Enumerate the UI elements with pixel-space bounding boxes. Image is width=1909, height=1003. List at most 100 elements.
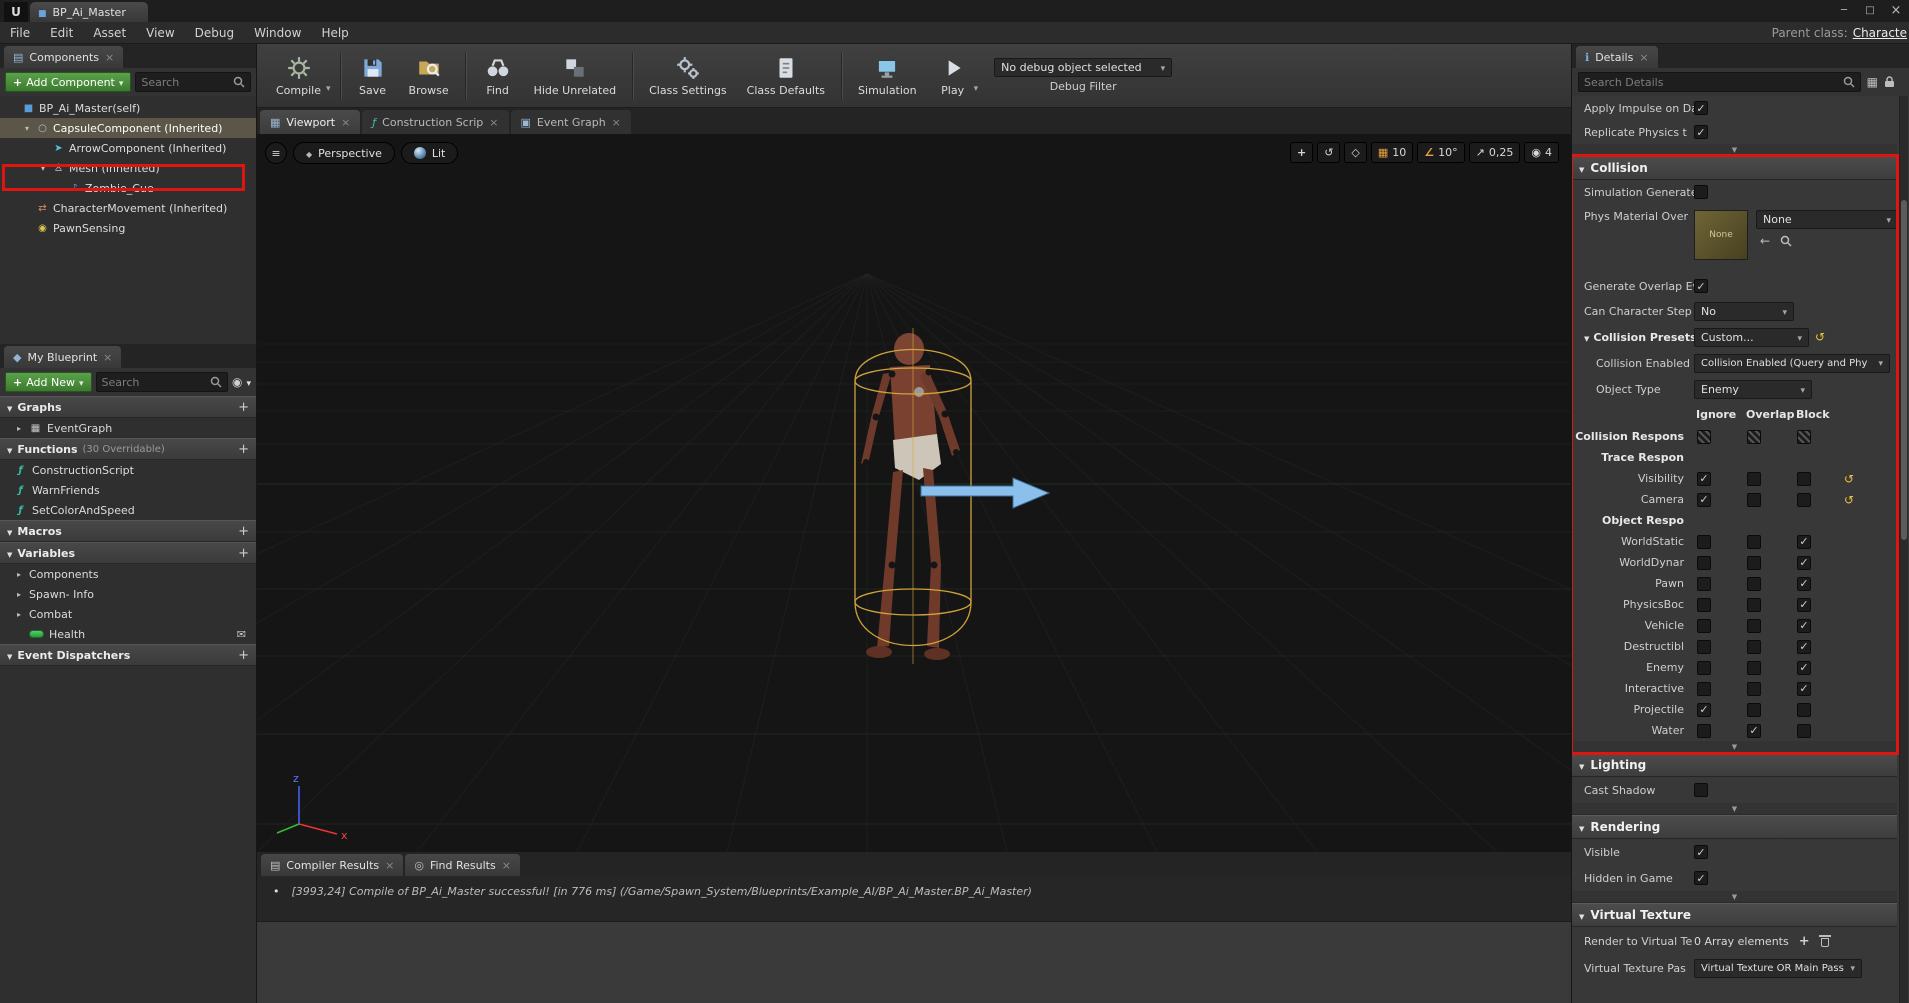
ignore-checkbox[interactable] (1697, 556, 1711, 570)
tab-components[interactable]: Components (4, 46, 123, 68)
expander-caret[interactable]: ▸ (14, 570, 24, 579)
perspective-button[interactable]: Perspective (293, 142, 395, 164)
overlap-checkbox[interactable] (1747, 430, 1761, 444)
add-new-button[interactable]: Add New (5, 372, 92, 392)
overlap-checkbox[interactable] (1747, 577, 1761, 591)
menu-item[interactable]: Asset (83, 26, 136, 40)
ignore-checkbox[interactable] (1697, 640, 1711, 654)
hide-unrelated-button[interactable]: Hide Unrelated (525, 47, 626, 105)
debug-object-dropdown[interactable]: No debug object selected (994, 58, 1172, 77)
functions-section-header[interactable]: Functions (30 Overridable) (0, 438, 256, 460)
simulation-generates-checkbox[interactable] (1694, 185, 1708, 199)
maximize-button[interactable] (1857, 2, 1883, 20)
block-checkbox[interactable] (1797, 724, 1811, 738)
ignore-checkbox[interactable] (1697, 577, 1711, 591)
component-tree-item[interactable]: ArrowComponent (Inherited) (0, 138, 256, 158)
grid-snap-button[interactable]: 10 (1371, 142, 1413, 163)
component-tree-item[interactable]: BP_Ai_Master(self) (0, 98, 256, 118)
scale-tool-icon[interactable] (1351, 146, 1359, 159)
graph-item[interactable]: ▸ EventGraph (0, 418, 256, 438)
use-selected-asset-icon[interactable] (1760, 234, 1770, 248)
macros-section-header[interactable]: Macros (0, 520, 256, 542)
minimize-button[interactable] (1831, 2, 1857, 20)
add-graph-button[interactable] (238, 400, 249, 415)
close-icon[interactable] (612, 116, 621, 129)
ignore-checkbox[interactable] (1697, 724, 1711, 738)
play-button[interactable]: Play (928, 47, 978, 105)
reset-to-default-icon[interactable] (1844, 493, 1860, 507)
overlap-checkbox[interactable] (1747, 640, 1761, 654)
components-search[interactable] (135, 72, 251, 92)
components-search-input[interactable] (141, 76, 229, 89)
ignore-checkbox[interactable] (1697, 430, 1711, 444)
parent-class-link[interactable]: Characte (1853, 26, 1907, 40)
block-checkbox[interactable] (1797, 640, 1811, 654)
component-tree-item[interactable]: CharacterMovement (Inherited) (0, 198, 256, 218)
ignore-checkbox[interactable] (1697, 703, 1711, 717)
generate-overlap-checkbox[interactable] (1694, 279, 1708, 293)
property-checkbox[interactable] (1694, 125, 1708, 139)
phys-material-dropdown[interactable]: None (1756, 210, 1898, 229)
visibility-filter-icon[interactable] (232, 375, 242, 389)
tab-details[interactable]: Details (1576, 46, 1658, 68)
section-collapse-arrow[interactable] (1572, 803, 1897, 815)
overlap-checkbox[interactable] (1747, 703, 1761, 717)
block-checkbox[interactable] (1797, 430, 1811, 444)
add-function-button[interactable] (238, 442, 249, 457)
block-checkbox[interactable] (1797, 535, 1811, 549)
variable-item[interactable]: ▸ Spawn- Info (0, 584, 256, 604)
viewport-3d[interactable]: z x Perspective Lit 10 (257, 134, 1571, 852)
ignore-checkbox[interactable] (1697, 619, 1711, 633)
property-checkbox[interactable] (1694, 783, 1708, 797)
document-tab[interactable]: Construction Scrip (362, 110, 508, 134)
block-checkbox[interactable] (1797, 598, 1811, 612)
expander-caret[interactable]: ▾ (22, 124, 32, 133)
menu-item[interactable]: View (136, 26, 184, 40)
property-checkbox[interactable] (1694, 845, 1708, 859)
overlap-checkbox[interactable] (1747, 661, 1761, 675)
menu-item[interactable]: File (0, 26, 40, 40)
tab-my-blueprint[interactable]: My Blueprint (4, 346, 121, 368)
browse-asset-icon[interactable] (1780, 235, 1792, 247)
property-matrix-icon[interactable] (1867, 76, 1878, 88)
close-icon[interactable] (105, 51, 114, 64)
results-tab[interactable]: Compiler Results (261, 854, 403, 876)
reset-to-default-icon[interactable] (1815, 330, 1825, 344)
reset-to-default-icon[interactable] (1844, 472, 1860, 486)
lock-icon[interactable] (1884, 76, 1895, 88)
component-tree-item[interactable]: PawnSensing (0, 218, 256, 238)
document-tab[interactable]: Event Graph (511, 110, 631, 134)
block-checkbox[interactable] (1797, 682, 1811, 696)
viewport-options-button[interactable] (265, 142, 287, 164)
section-collapse-arrow[interactable] (1572, 144, 1897, 156)
property-checkbox[interactable] (1694, 871, 1708, 885)
expand-arrow-icon[interactable] (1584, 331, 1589, 344)
collision-presets-dropdown[interactable]: Custom... (1694, 328, 1809, 347)
overlap-checkbox[interactable] (1747, 619, 1761, 633)
compile-button[interactable]: Compile (267, 47, 330, 105)
simulation-button[interactable]: Simulation (849, 47, 926, 105)
expander-caret[interactable]: ▾ (38, 164, 48, 173)
add-macro-button[interactable] (238, 524, 249, 539)
virtual-texture-pass-dropdown[interactable]: Virtual Texture OR Main Pass (1694, 959, 1862, 978)
details-search[interactable] (1578, 72, 1861, 92)
can-step-up-dropdown[interactable]: No (1694, 302, 1794, 321)
block-checkbox[interactable] (1797, 661, 1811, 675)
lit-mode-button[interactable]: Lit (401, 142, 459, 164)
delete-array-elements-button[interactable] (1820, 935, 1830, 947)
details-search-input[interactable] (1584, 76, 1839, 89)
component-tree-item[interactable]: Zombie_Cue (0, 178, 256, 198)
add-variable-button[interactable] (238, 546, 249, 561)
close-icon[interactable] (1639, 51, 1648, 64)
browse-button[interactable]: Browse (400, 47, 458, 105)
viewport-scene[interactable]: z x (257, 134, 1571, 852)
block-checkbox[interactable] (1797, 619, 1811, 633)
add-component-button[interactable]: Add Component (5, 72, 131, 92)
lighting-section-header[interactable]: Lighting (1572, 753, 1897, 777)
collision-enabled-dropdown[interactable]: Collision Enabled (Query and Phy (1694, 354, 1890, 373)
object-type-dropdown[interactable]: Enemy (1694, 380, 1812, 399)
expander-caret[interactable]: ▸ (14, 610, 24, 619)
class-settings-button[interactable]: Class Settings (640, 47, 736, 105)
document-tab[interactable]: Viewport (260, 110, 360, 134)
expander-caret[interactable]: ▸ (14, 590, 24, 599)
